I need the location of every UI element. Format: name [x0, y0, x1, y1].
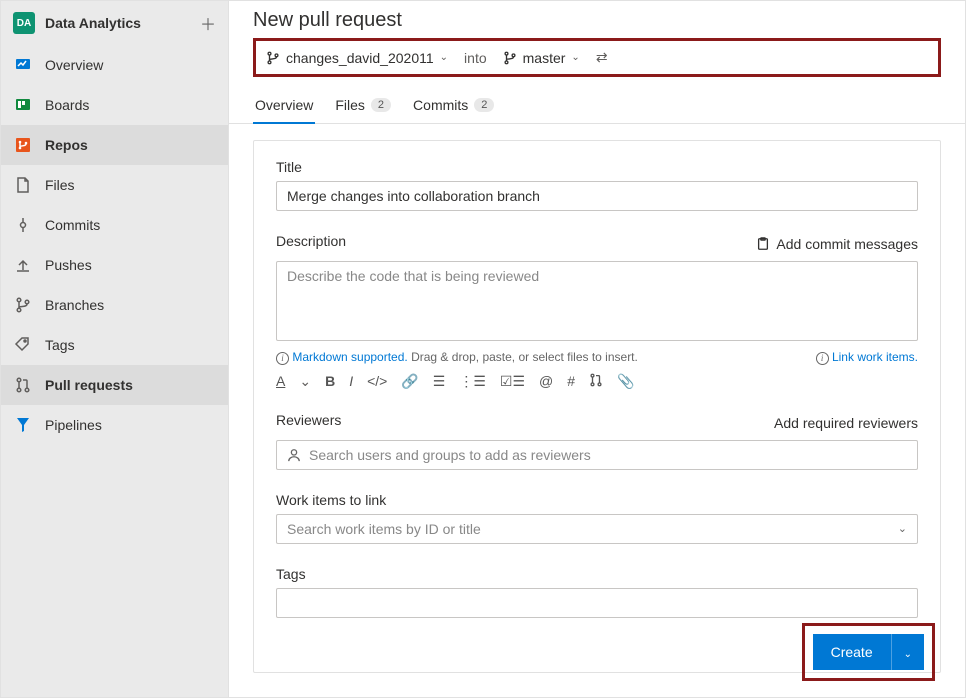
markdown-link[interactable]: Markdown supported. [292, 350, 407, 364]
create-highlight: Create ⌄ [802, 623, 935, 681]
source-branch-name: changes_david_202011 [286, 50, 434, 66]
description-hints: i Markdown supported. Drag & drop, paste… [276, 350, 918, 365]
chevron-down-icon[interactable]: ⌄ [299, 373, 311, 390]
commits-icon [13, 215, 33, 235]
count-badge: 2 [474, 98, 494, 112]
sidebar-item-pipelines[interactable]: Pipelines [1, 405, 228, 445]
sidebar-item-branches[interactable]: Branches [1, 285, 228, 325]
files-icon [13, 175, 33, 195]
attach-icon[interactable]: 📎 [617, 373, 634, 390]
tab-overview[interactable]: Overview [253, 93, 315, 123]
branch-selector-bar: changes_david_202011 ⌄ into master ⌄ ⇄ [253, 38, 941, 77]
italic-icon[interactable]: I [349, 373, 353, 389]
bold-icon[interactable]: B [325, 373, 335, 389]
chevron-down-icon[interactable]: ⌄ [898, 522, 907, 535]
repos-icon [13, 135, 33, 155]
tags-input[interactable] [276, 588, 918, 618]
branch-icon [503, 51, 517, 65]
pr-icon[interactable] [589, 373, 603, 390]
form-card: Title Description Add commit messages i … [253, 140, 941, 673]
info-icon: i [816, 352, 829, 365]
title-label: Title [276, 159, 918, 175]
page-title: New pull request [229, 1, 965, 38]
pipelines-icon [13, 415, 33, 435]
mention-icon[interactable]: @ [539, 373, 553, 389]
add-commit-messages-button[interactable]: Add commit messages [756, 236, 918, 252]
bullet-list-icon[interactable]: ☰ [433, 373, 446, 390]
sidebar-item-label: Overview [45, 57, 103, 73]
branch-icon [266, 51, 280, 65]
description-label: Description [276, 233, 346, 249]
sidebar-item-label: Files [45, 177, 75, 193]
project-logo: DA [13, 12, 35, 34]
sidebar-item-label: Boards [45, 97, 89, 113]
description-input[interactable] [276, 261, 918, 341]
create-button-group: Create ⌄ [813, 634, 924, 670]
sidebar-item-boards[interactable]: Boards [1, 85, 228, 125]
swap-branches-icon[interactable]: ⇄ [596, 49, 608, 66]
chevron-down-icon: ⌄ [904, 649, 912, 660]
branches-icon [13, 295, 33, 315]
sidebar-item-label: Pushes [45, 257, 92, 273]
code-icon[interactable]: </> [367, 373, 387, 389]
create-button[interactable]: Create [813, 634, 891, 670]
project-title: Data Analytics [45, 15, 200, 31]
create-dropdown-button[interactable]: ⌄ [891, 634, 924, 670]
add-project-icon[interactable]: ＋ [200, 11, 216, 35]
title-input[interactable] [276, 181, 918, 211]
sidebar-item-tags[interactable]: Tags [1, 325, 228, 365]
sidebar-item-label: Pipelines [45, 417, 102, 433]
sidebar-item-repos[interactable]: Repos [1, 125, 228, 165]
sidebar-item-files[interactable]: Files [1, 165, 228, 205]
tags-label: Tags [276, 566, 918, 582]
into-label: into [464, 50, 487, 66]
sidebar: DA Data Analytics ＋ Overview Boards Repos F… [1, 1, 229, 697]
link-work-items-link[interactable]: Link work items. [832, 350, 918, 364]
add-required-reviewers-button[interactable]: Add required reviewers [774, 415, 918, 431]
tabs: Overview Files2 Commits2 [229, 85, 965, 124]
reviewers-label: Reviewers [276, 412, 341, 428]
target-branch-name: master [523, 50, 566, 66]
chevron-down-icon: ⌄ [440, 52, 448, 63]
person-icon [287, 448, 301, 462]
info-icon: i [276, 352, 289, 365]
sidebar-item-label: Repos [45, 137, 88, 153]
numbered-list-icon[interactable]: ⋮☰ [459, 373, 486, 390]
pushes-icon [13, 255, 33, 275]
work-items-label: Work items to link [276, 492, 918, 508]
count-badge: 2 [371, 98, 391, 112]
project-header: DA Data Analytics ＋ [1, 1, 228, 45]
clipboard-icon [756, 237, 770, 251]
checklist-icon[interactable]: ☑☰ [500, 373, 525, 390]
reviewers-input[interactable] [276, 440, 918, 470]
sidebar-item-pushes[interactable]: Pushes [1, 245, 228, 285]
main-content: New pull request changes_david_202011 ⌄ … [229, 1, 965, 697]
link-icon[interactable]: 🔗 [401, 373, 418, 390]
sidebar-item-commits[interactable]: Commits [1, 205, 228, 245]
sidebar-item-overview[interactable]: Overview [1, 45, 228, 85]
work-items-input[interactable]: ⌄ [276, 514, 918, 544]
app-root: DA Data Analytics ＋ Overview Boards Repos F… [0, 0, 966, 698]
target-branch-dropdown[interactable]: master ⌄ [503, 50, 580, 66]
font-color-icon[interactable]: A͏ [276, 373, 285, 389]
tab-commits[interactable]: Commits2 [411, 93, 496, 123]
source-branch-dropdown[interactable]: changes_david_202011 ⌄ [266, 50, 448, 66]
tab-files[interactable]: Files2 [333, 93, 393, 123]
editor-toolbar: A͏ ⌄ B I </> 🔗 ☰ ⋮☰ ☑☰ @ # 📎 [276, 373, 918, 390]
sidebar-item-label: Branches [45, 297, 104, 313]
boards-icon [13, 95, 33, 115]
hash-icon[interactable]: # [567, 373, 575, 389]
overview-icon [13, 55, 33, 75]
chevron-down-icon: ⌄ [571, 52, 579, 63]
tags-icon [13, 335, 33, 355]
sidebar-item-label: Tags [45, 337, 75, 353]
sidebar-item-pull-requests[interactable]: Pull requests [1, 365, 228, 405]
sidebar-item-label: Pull requests [45, 377, 133, 393]
pullrequests-icon [13, 375, 33, 395]
sidebar-item-label: Commits [45, 217, 100, 233]
